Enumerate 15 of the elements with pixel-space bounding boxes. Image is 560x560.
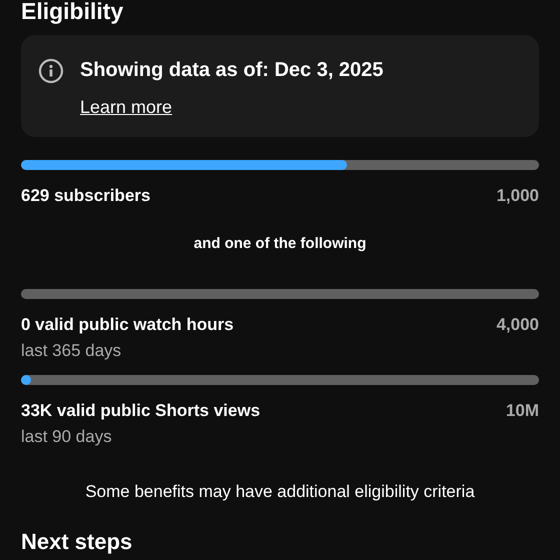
info-icon (38, 58, 64, 84)
footnote-text: Some benefits may have additional eligibility criteria (85, 481, 475, 503)
requirement-target: 1,000 (496, 185, 539, 207)
section-title: Next steps (21, 528, 134, 556)
requirement-period: last 90 days (21, 426, 112, 448)
requirement-label: 33K valid public Shorts views (21, 400, 260, 422)
separator-text: and one of the following (194, 234, 366, 254)
section-title: Eligibility (21, 0, 124, 22)
requirement-target: 4,000 (496, 314, 539, 336)
requirement-target: 10M (506, 400, 539, 422)
requirement-label: 629 subscribers (21, 185, 150, 207)
info-text: Showing data as of: Dec 3, 2025 (80, 58, 384, 83)
requirement-period: last 365 days (21, 340, 122, 362)
learn-more-link[interactable]: Learn more (80, 95, 172, 119)
requirement-label: 0 valid public watch hours (21, 314, 234, 336)
